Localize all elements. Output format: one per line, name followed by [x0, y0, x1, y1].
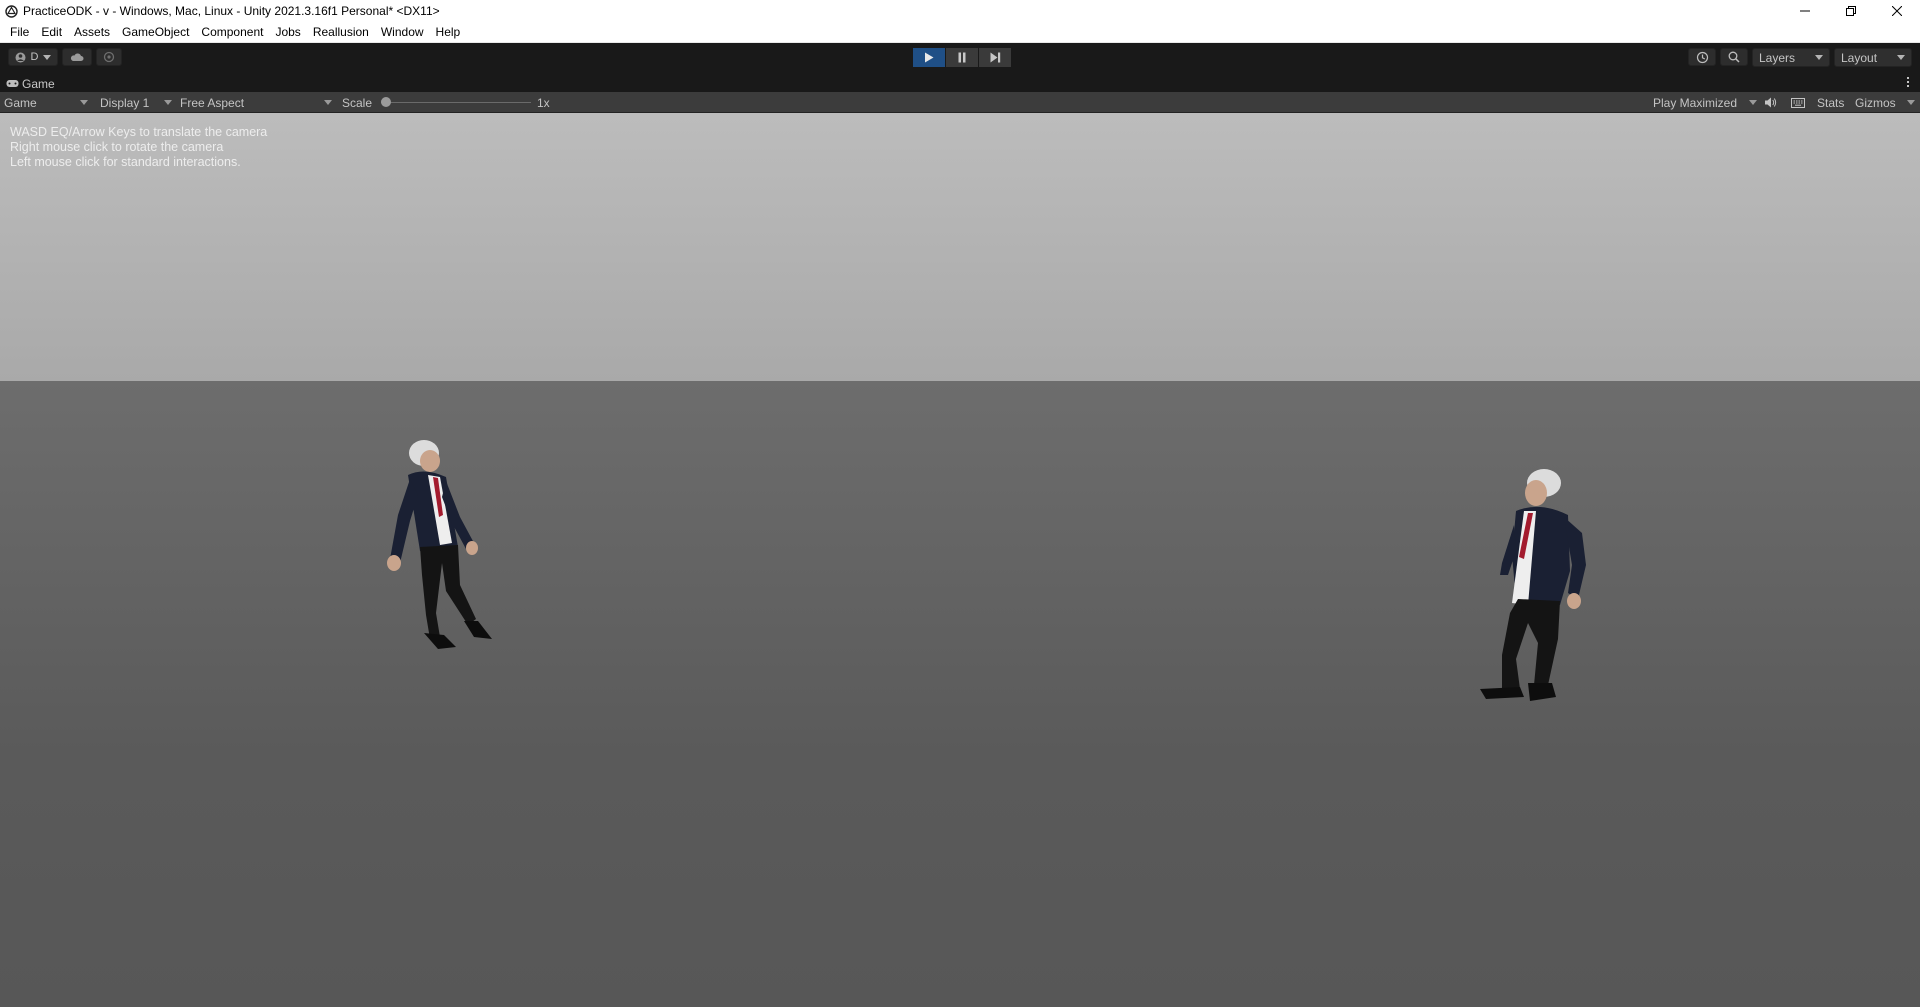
- hint-line: WASD EQ/Arrow Keys to translate the came…: [10, 125, 268, 139]
- mute-audio-button[interactable]: [1764, 92, 1777, 113]
- gizmos-label: Gizmos: [1855, 95, 1896, 110]
- menu-file[interactable]: File: [4, 22, 35, 43]
- game-viewport[interactable]: WASD EQ/Arrow Keys to translate the came…: [0, 113, 1920, 1007]
- gizmos-dropdown[interactable]: Gizmos: [1855, 92, 1915, 113]
- history-icon: [1696, 51, 1708, 63]
- step-button[interactable]: [979, 48, 1011, 67]
- chevron-down-icon: [1897, 55, 1905, 60]
- play-mode-dropdown[interactable]: Play Maximized: [1653, 92, 1757, 113]
- character-model-right: [1480, 469, 1586, 701]
- chevron-down-icon: [1907, 100, 1915, 105]
- chevron-down-icon: [1749, 100, 1757, 105]
- scale-slider[interactable]: [381, 102, 531, 103]
- pause-button[interactable]: [946, 48, 978, 67]
- menu-gameobject[interactable]: GameObject: [116, 22, 195, 43]
- chevron-down-icon: [80, 100, 88, 105]
- close-icon: [1892, 6, 1902, 16]
- account-icon: [15, 52, 26, 62]
- cloud-button[interactable]: [62, 48, 92, 66]
- close-window-button[interactable]: [1874, 0, 1920, 22]
- speaker-icon: [1765, 97, 1777, 108]
- scale-value: 1x: [537, 95, 550, 110]
- gamepad-icon: [6, 80, 19, 87]
- pause-icon: [958, 52, 966, 63]
- search-button[interactable]: [1720, 48, 1748, 66]
- play-icon: [925, 52, 934, 63]
- menu-help[interactable]: Help: [430, 22, 467, 43]
- step-icon: [990, 52, 1000, 63]
- stats-button[interactable]: Stats: [1817, 92, 1844, 113]
- cloud-icon: [70, 53, 84, 61]
- tab-game[interactable]: Game: [6, 75, 55, 92]
- layers-dropdown[interactable]: Layers: [1752, 48, 1830, 67]
- game-mode-dropdown[interactable]: Game: [4, 92, 88, 113]
- hint-line: Left mouse click for standard interactio…: [10, 155, 241, 169]
- scale-label: Scale: [342, 95, 373, 110]
- search-icon: [1728, 51, 1740, 63]
- menu-edit[interactable]: Edit: [35, 22, 68, 43]
- window-title: PracticeODK - v - Windows, Mac, Linux - …: [23, 4, 440, 18]
- ground-plane: [0, 381, 1920, 1007]
- menu-component[interactable]: Component: [195, 22, 269, 43]
- aspect-label: Free Aspect: [180, 95, 245, 110]
- collab-button[interactable]: [96, 48, 122, 66]
- play-mode-label: Play Maximized: [1653, 95, 1738, 110]
- layout-label: Layout: [1841, 50, 1878, 65]
- history-button[interactable]: [1688, 48, 1716, 66]
- display-label: Display 1: [100, 95, 150, 110]
- game-mode-label: Game: [4, 95, 37, 110]
- play-controls: [913, 48, 1011, 67]
- play-button[interactable]: [913, 48, 945, 67]
- game-view-toolbar: Game Display 1 Free Aspect Scale 1x Play…: [0, 92, 1920, 113]
- unity-logo-icon: [4, 4, 18, 18]
- minimize-button[interactable]: [1782, 0, 1828, 22]
- account-dropdown[interactable]: D: [8, 48, 58, 66]
- chevron-down-icon: [43, 54, 52, 60]
- tab-label: Game: [22, 76, 55, 91]
- menu-window[interactable]: Window: [375, 22, 430, 43]
- title-bar: PracticeODK - v - Windows, Mac, Linux - …: [0, 0, 1920, 22]
- minimize-icon: [1800, 10, 1810, 12]
- restore-icon: [1846, 6, 1856, 16]
- camera-help-text: WASD EQ/Arrow Keys to translate the came…: [10, 125, 267, 170]
- chevron-down-icon: [164, 100, 172, 105]
- menu-bar: File Edit Assets GameObject Component Jo…: [0, 22, 1920, 43]
- menu-jobs[interactable]: Jobs: [269, 22, 306, 43]
- restore-button[interactable]: [1828, 0, 1874, 22]
- layout-dropdown[interactable]: Layout: [1834, 48, 1912, 67]
- main-toolbar: D Layers Layout: [0, 43, 1920, 72]
- keyboard-shortcuts-button[interactable]: [1791, 92, 1805, 113]
- display-dropdown[interactable]: Display 1: [100, 92, 172, 113]
- menu-assets[interactable]: Assets: [68, 22, 116, 43]
- collab-icon: [103, 51, 115, 63]
- layers-label: Layers: [1759, 50, 1796, 65]
- chevron-down-icon: [324, 100, 332, 105]
- account-label: D: [30, 51, 39, 63]
- aspect-dropdown[interactable]: Free Aspect: [180, 92, 332, 113]
- keyboard-icon: [1791, 97, 1805, 108]
- kebab-menu-icon[interactable]: [1907, 77, 1910, 87]
- menu-reallusion[interactable]: Reallusion: [307, 22, 375, 43]
- scale-slider-handle[interactable]: [381, 97, 391, 107]
- hint-line: Right mouse click to rotate the camera: [10, 140, 224, 154]
- game-tab-bar: Game: [0, 74, 1920, 92]
- chevron-down-icon: [1815, 55, 1823, 60]
- character-model-left: [387, 440, 492, 649]
- sky-background: [0, 113, 1920, 381]
